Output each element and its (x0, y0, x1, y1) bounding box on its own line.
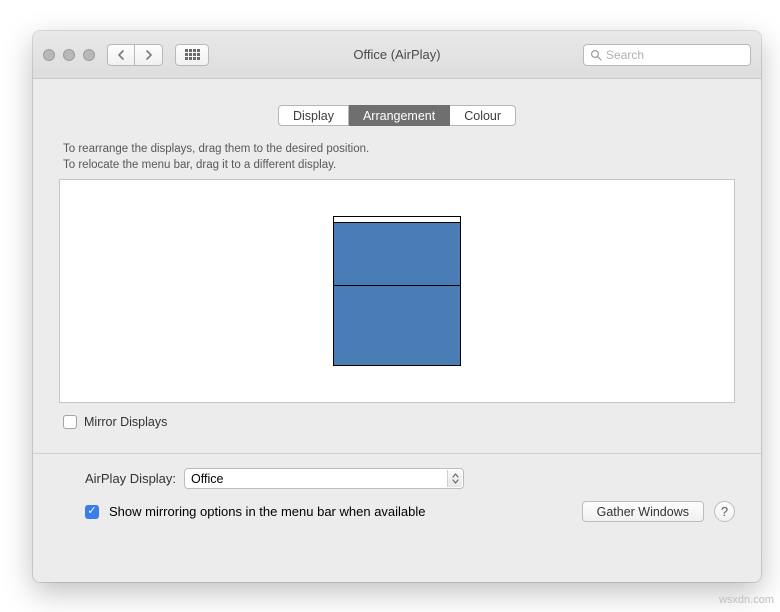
chevron-left-icon (117, 50, 125, 60)
gather-windows-button[interactable]: Gather Windows (582, 501, 704, 522)
displays-preferences-window: Office (AirPlay) Display Arrangement Col… (33, 31, 761, 582)
show-mirroring-checkbox[interactable] (85, 505, 99, 519)
display-stack (333, 216, 461, 366)
help-button[interactable]: ? (714, 501, 735, 522)
show-mirroring-label: Show mirroring options in the menu bar w… (109, 504, 426, 519)
select-stepper-icon (447, 470, 462, 487)
display-primary[interactable] (333, 222, 461, 286)
chevron-right-icon (145, 50, 153, 60)
mirror-displays-row: Mirror Displays (63, 415, 735, 429)
close-icon[interactable] (43, 49, 55, 61)
footer-row: Show mirroring options in the menu bar w… (85, 501, 735, 522)
toolbar: Office (AirPlay) (33, 31, 761, 79)
tab-colour[interactable]: Colour (450, 105, 516, 126)
window-controls (43, 49, 95, 61)
instruction-line: To relocate the menu bar, drag it to a d… (63, 158, 735, 174)
search-field[interactable] (583, 44, 751, 66)
tabs: Display Arrangement Colour (59, 105, 735, 126)
airplay-label: AirPlay Display: (85, 471, 176, 486)
airplay-select[interactable]: Office (184, 468, 464, 489)
instructions: To rearrange the displays, drag them to … (63, 142, 735, 173)
zoom-icon[interactable] (83, 49, 95, 61)
show-all-button[interactable] (175, 44, 209, 66)
forward-button[interactable] (135, 44, 163, 66)
search-input[interactable] (606, 48, 744, 62)
content: Display Arrangement Colour To rearrange … (33, 79, 761, 538)
separator (33, 453, 761, 454)
grid-icon (185, 49, 200, 60)
airplay-row: AirPlay Display: Office (85, 468, 735, 489)
instruction-line: To rearrange the displays, drag them to … (63, 142, 735, 158)
watermark: wsxdn.com (719, 594, 774, 606)
mirror-displays-label: Mirror Displays (84, 415, 167, 429)
nav-buttons (107, 44, 163, 66)
search-icon (590, 49, 602, 61)
mirror-displays-checkbox[interactable] (63, 415, 77, 429)
arrangement-area[interactable] (59, 179, 735, 403)
tab-arrangement[interactable]: Arrangement (349, 105, 450, 126)
tab-display[interactable]: Display (278, 105, 349, 126)
back-button[interactable] (107, 44, 135, 66)
airplay-value: Office (191, 472, 223, 486)
display-secondary[interactable] (333, 286, 461, 366)
minimize-icon[interactable] (63, 49, 75, 61)
